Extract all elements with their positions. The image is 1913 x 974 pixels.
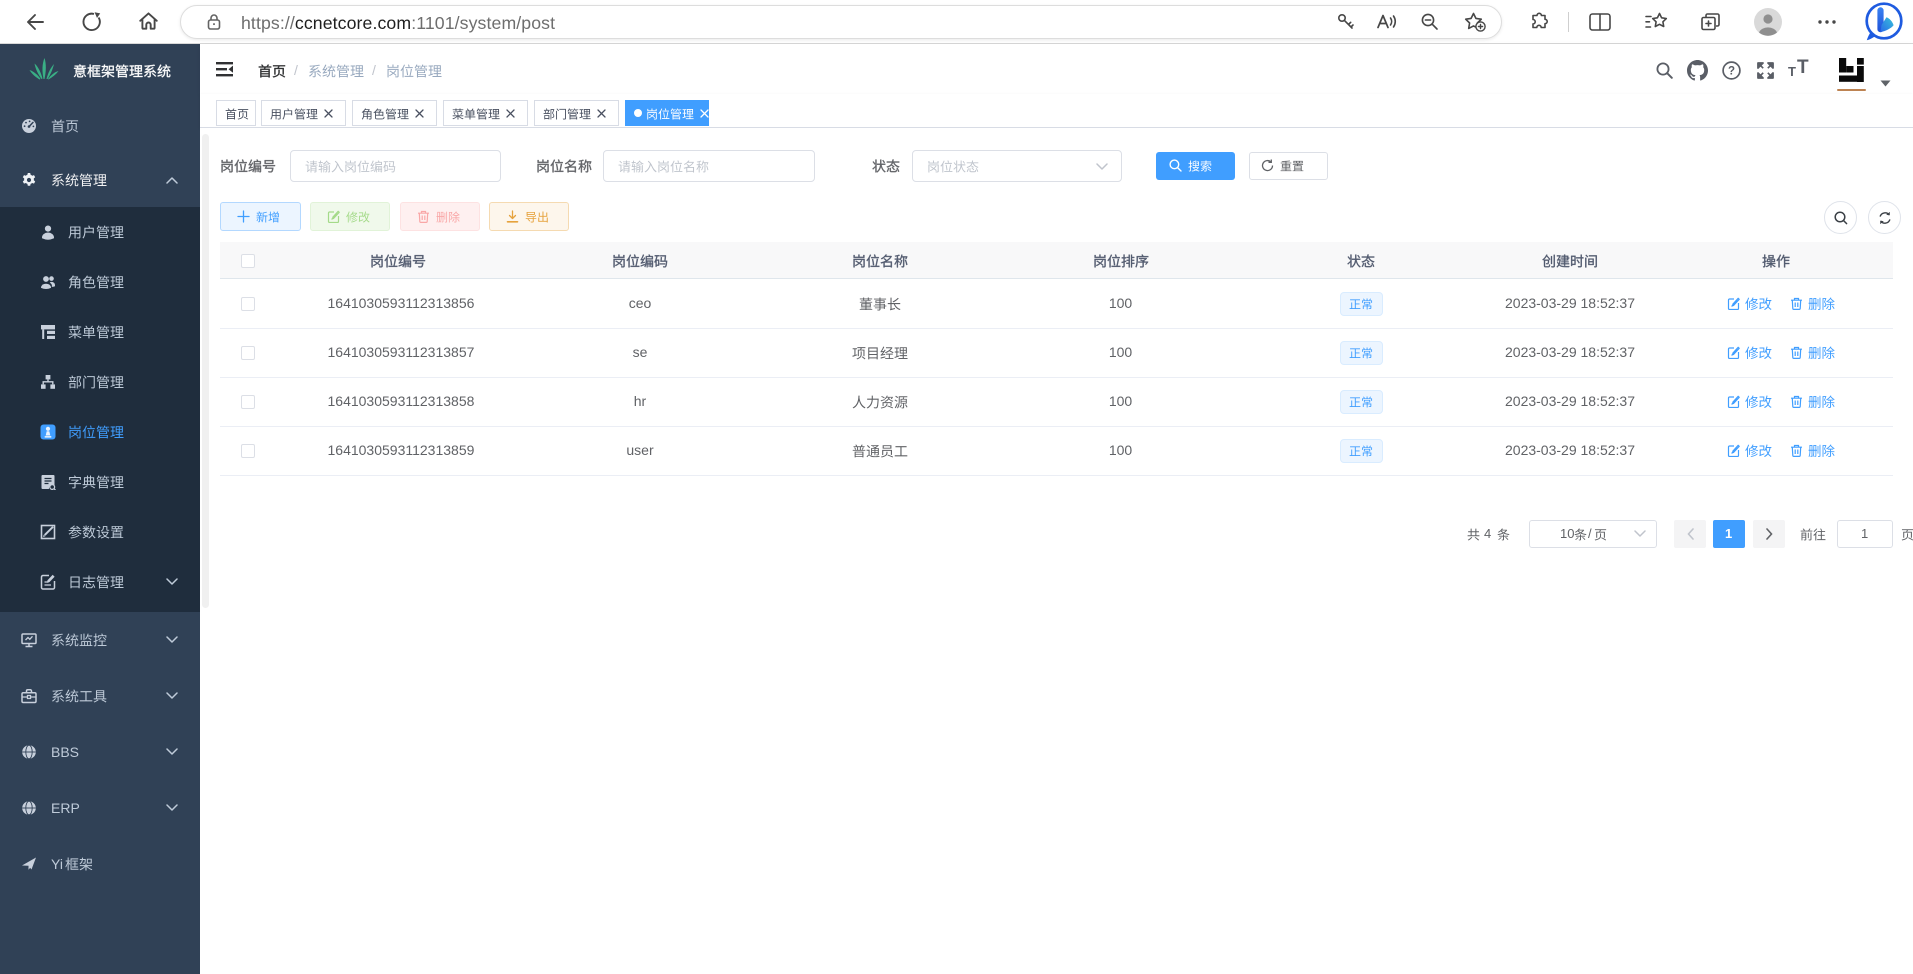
svg-text:?: ?: [1728, 66, 1735, 78]
